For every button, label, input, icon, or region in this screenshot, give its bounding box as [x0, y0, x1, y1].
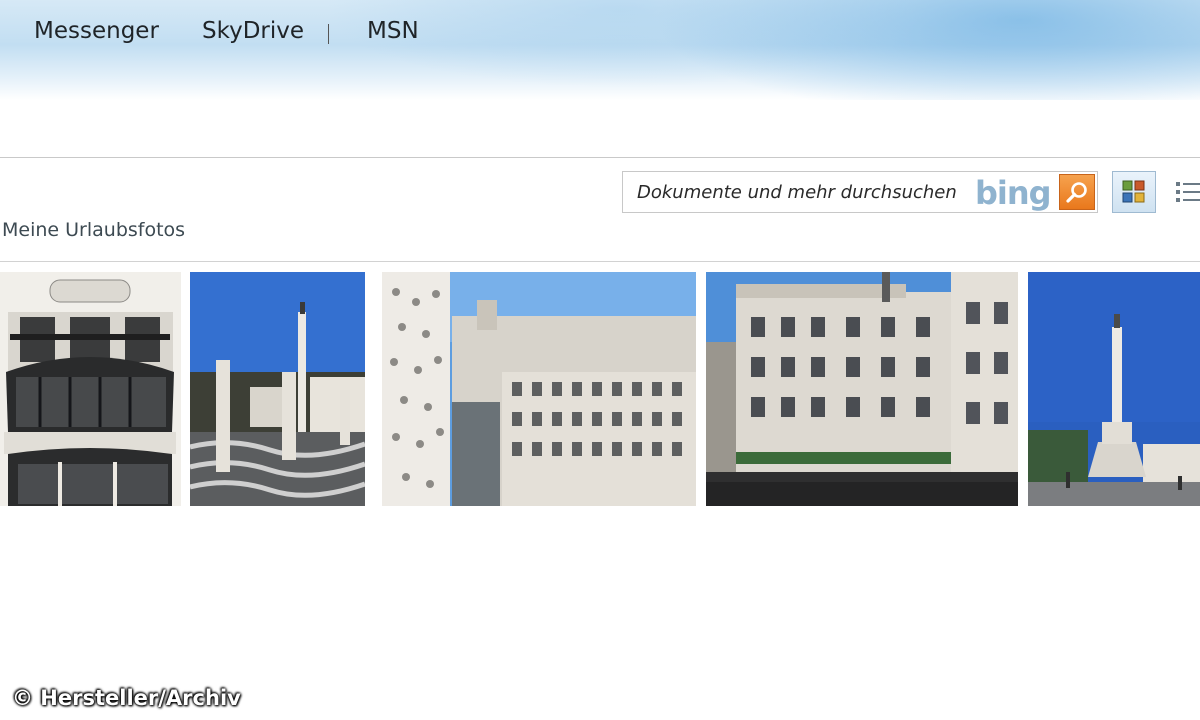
content-divider	[0, 261, 1200, 262]
hotel-facade-photo	[0, 272, 181, 506]
toolbar-divider	[0, 157, 1200, 158]
search-button[interactable]	[1059, 174, 1095, 210]
list-view-icon	[1176, 182, 1200, 202]
nav-skydrive-link[interactable]: SkyDrive	[202, 18, 304, 44]
monument-column-photo	[1028, 272, 1200, 506]
bing-logo: bing	[975, 174, 1052, 212]
thumbnail-view-icon	[1122, 180, 1145, 203]
photo-thumbnail[interactable]	[1028, 272, 1200, 506]
nav-messenger-link[interactable]: Messenger	[34, 18, 159, 44]
buildings-sculpture-photo	[382, 272, 696, 506]
header-banner: Messenger SkyDrive MSN	[0, 0, 1200, 100]
photo-thumbnail[interactable]	[190, 272, 365, 506]
copyright-watermark: © Hersteller/Archiv	[12, 686, 241, 710]
magnifier-icon	[1066, 182, 1087, 203]
photo-thumbnail[interactable]	[706, 272, 1018, 506]
list-view-button[interactable]	[1170, 176, 1200, 208]
photo-thumbnail[interactable]	[382, 272, 696, 506]
nav-separator	[328, 24, 329, 44]
square-column-photo	[190, 272, 365, 506]
nav-msn-link[interactable]: MSN	[367, 18, 419, 44]
folder-title: Meine Urlaubsfotos	[2, 219, 186, 241]
corner-building-photo	[706, 272, 1018, 506]
search-box: bing	[622, 171, 1098, 213]
photo-thumbnail[interactable]	[0, 272, 181, 506]
thumbnail-view-button[interactable]	[1112, 171, 1156, 213]
search-input[interactable]	[637, 180, 967, 204]
